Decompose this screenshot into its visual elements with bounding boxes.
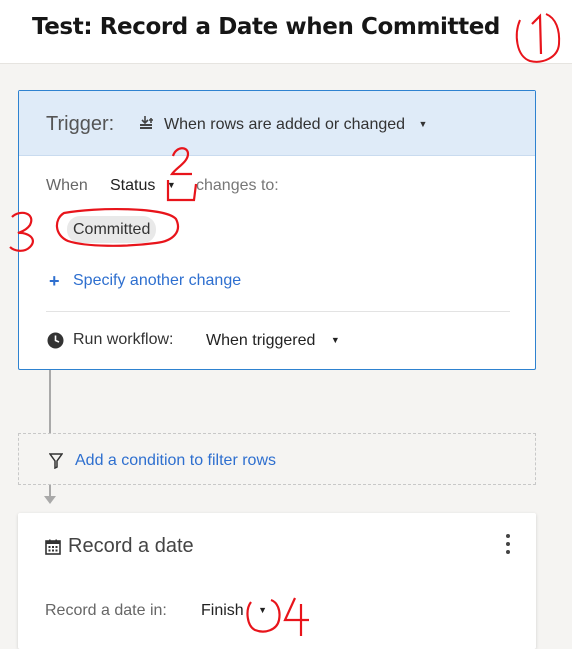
- run-workflow-select[interactable]: When triggered ▼: [206, 332, 340, 350]
- rows-changed-icon: [140, 116, 153, 129]
- when-label: When: [46, 177, 88, 194]
- flow-connector: [49, 370, 51, 433]
- trigger-header: Trigger: When rows are added or changed …: [19, 91, 535, 156]
- divider: [46, 311, 510, 312]
- action-title: Record a date: [68, 535, 194, 557]
- chevron-down-icon: ▼: [418, 119, 428, 129]
- more-options-icon[interactable]: [504, 534, 512, 558]
- specify-another-change-link[interactable]: Specify another change: [73, 272, 241, 290]
- annotation-3: [9, 208, 180, 252]
- run-workflow-label: Run workflow:: [73, 331, 174, 348]
- arrow-down-icon: [44, 496, 56, 504]
- annotation-2: [166, 147, 198, 202]
- condition-card: Add a condition to filter rows: [18, 433, 536, 485]
- trigger-label: Trigger:: [46, 113, 115, 135]
- annotation-1: 1: [515, 13, 561, 63]
- filter-icon: [49, 453, 63, 469]
- page-header: Test: Record a Date when Committed: [0, 0, 572, 64]
- chevron-down-icon: ▼: [330, 335, 340, 345]
- run-workflow-value: When triggered: [206, 332, 316, 349]
- add-condition-link[interactable]: Add a condition to filter rows: [75, 452, 276, 470]
- record-date-column-value: Finish: [201, 602, 244, 619]
- trigger-event-select[interactable]: When rows are added or changed ▼: [164, 116, 427, 134]
- clock-icon: [47, 332, 64, 349]
- annotation-4: [246, 597, 309, 636]
- changes-to-label: changes to:: [196, 177, 279, 194]
- record-date-in-label: Record a date in:: [45, 602, 167, 619]
- page-title: Test: Record a Date when Committed: [32, 14, 500, 40]
- calendar-icon: [45, 539, 61, 555]
- plus-icon[interactable]: +: [49, 271, 60, 292]
- trigger-event-label: When rows are added or changed: [164, 116, 406, 133]
- status-field-label: Status: [110, 177, 156, 194]
